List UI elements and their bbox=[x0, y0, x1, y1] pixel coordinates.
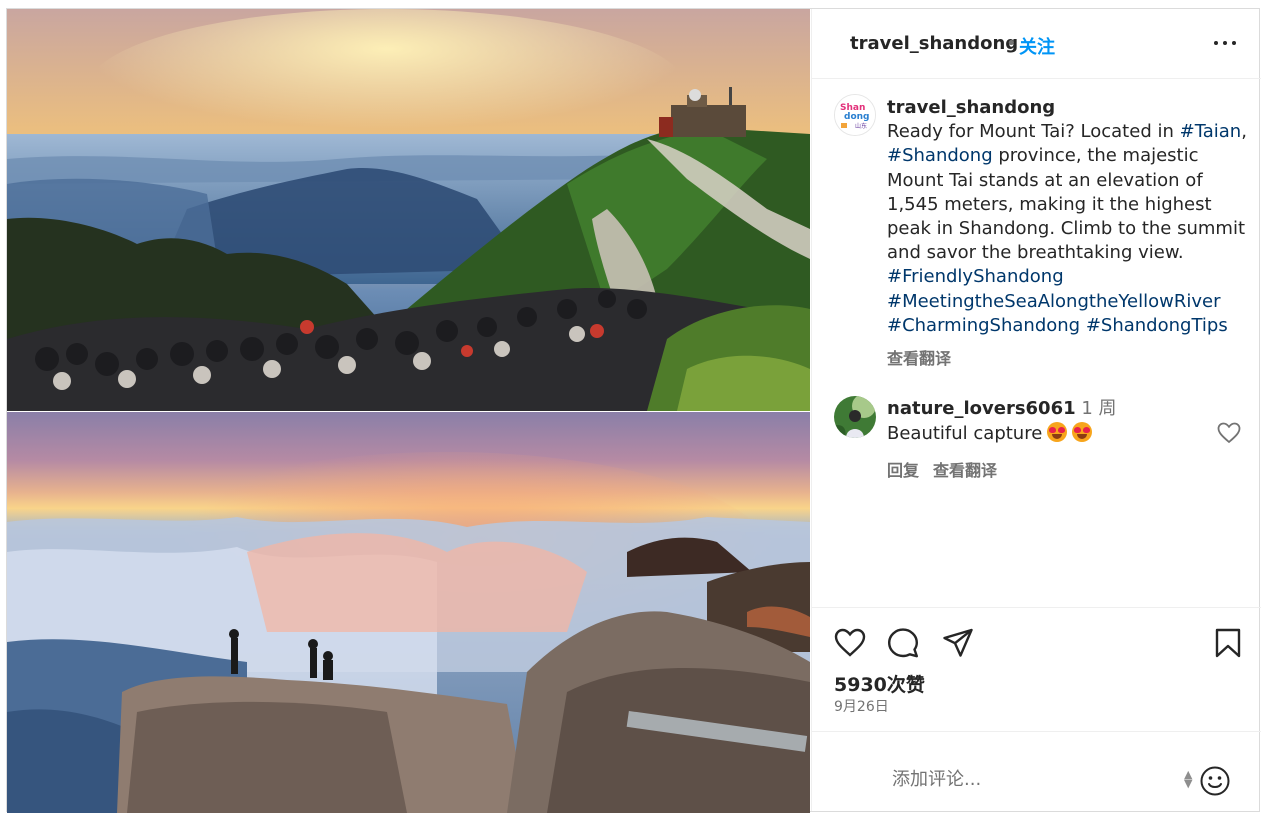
post-photo-summit-crowd[interactable] bbox=[7, 9, 810, 411]
smiley-icon bbox=[1200, 766, 1230, 796]
commenter-avatar-image bbox=[834, 396, 876, 438]
comment: nature_lovers6061 1 周 Beautiful capture bbox=[887, 397, 1207, 446]
heart-icon bbox=[1217, 422, 1241, 444]
save-button[interactable] bbox=[1212, 627, 1244, 659]
caption-username[interactable]: travel_shandong bbox=[887, 97, 1055, 118]
like-button[interactable] bbox=[834, 627, 866, 659]
caption-see-translation[interactable]: 查看翻译 bbox=[887, 345, 951, 369]
emoji-picker-button[interactable] bbox=[1199, 765, 1231, 797]
action-bar-divider bbox=[812, 607, 1261, 608]
post-header: travel_shandong • 关注 bbox=[812, 9, 1261, 79]
comment-button[interactable] bbox=[887, 627, 919, 659]
post-dialog: travel_shandong • 关注 Shan dong 山东 travel… bbox=[6, 8, 1261, 813]
hashtag-shandongtips[interactable]: #ShandongTips bbox=[1086, 315, 1228, 336]
logo-text-chinese: 山东 bbox=[855, 122, 867, 130]
follow-button[interactable]: 关注 bbox=[1019, 33, 1055, 59]
comment-input[interactable] bbox=[892, 764, 1172, 794]
hashtag-friendlyshandong[interactable]: #FriendlyShandong bbox=[887, 266, 1064, 287]
shandong-logo-icon: Shan dong 山东 bbox=[835, 95, 875, 135]
header-separator: • bbox=[1006, 33, 1017, 54]
header-username[interactable]: travel_shandong bbox=[850, 33, 1018, 54]
likes-count[interactable]: 5930次赞 bbox=[834, 670, 925, 697]
hashtag-charmingshandong[interactable]: #CharmingShandong bbox=[887, 315, 1080, 336]
heart-eyes-emoji-icon bbox=[1072, 421, 1093, 442]
post-date[interactable]: 9月26日 bbox=[834, 696, 889, 716]
post-photo-sea-of-clouds[interactable] bbox=[7, 412, 810, 813]
comment-see-translation[interactable]: 查看翻译 bbox=[933, 461, 997, 480]
comment-text: Beautiful capture bbox=[887, 422, 1043, 444]
post-caption: travel_shandong Ready for Mount Tai? Loc… bbox=[887, 96, 1249, 338]
comment-like-button[interactable] bbox=[1217, 422, 1241, 444]
bookmark-icon bbox=[1215, 628, 1241, 658]
more-horizontal-icon bbox=[1214, 41, 1218, 45]
more-dot bbox=[1232, 41, 1236, 45]
resize-arrows-icon: ▲ ▼ bbox=[1184, 768, 1193, 790]
hashtag-meetingthesea[interactable]: #MeetingtheSeaAlongtheYellowRiver bbox=[887, 291, 1220, 312]
sea-of-clouds-image bbox=[7, 412, 810, 813]
logo-text-dong: dong bbox=[844, 112, 869, 122]
comment-timestamp[interactable]: 1 周 bbox=[1081, 398, 1116, 419]
comment-username[interactable]: nature_lovers6061 bbox=[887, 398, 1076, 419]
more-options-button[interactable] bbox=[1210, 29, 1240, 57]
paper-plane-icon bbox=[943, 628, 973, 657]
caption-text: Ready for Mount Tai? Located in bbox=[887, 121, 1180, 143]
heart-eyes-emoji-icon bbox=[1047, 421, 1068, 442]
comment-bubble-icon bbox=[888, 628, 918, 658]
share-button[interactable] bbox=[942, 627, 974, 659]
author-avatar[interactable]: Shan dong 山东 bbox=[834, 94, 876, 136]
comment-actions: 回复 查看翻译 bbox=[887, 457, 1011, 481]
post-side-panel: travel_shandong • 关注 Shan dong 山东 travel… bbox=[811, 9, 1261, 811]
summit-crowd-image bbox=[7, 9, 810, 411]
comment-composer: ▲▼ bbox=[812, 731, 1261, 811]
more-dot bbox=[1223, 41, 1227, 45]
caption-text: , bbox=[1241, 121, 1247, 143]
hashtag-shandong[interactable]: #Shandong bbox=[887, 145, 993, 166]
commenter-avatar[interactable] bbox=[834, 396, 876, 438]
reply-button[interactable]: 回复 bbox=[887, 461, 919, 480]
heart-icon bbox=[834, 628, 866, 657]
hashtag-taian[interactable]: #Taian bbox=[1180, 121, 1242, 142]
